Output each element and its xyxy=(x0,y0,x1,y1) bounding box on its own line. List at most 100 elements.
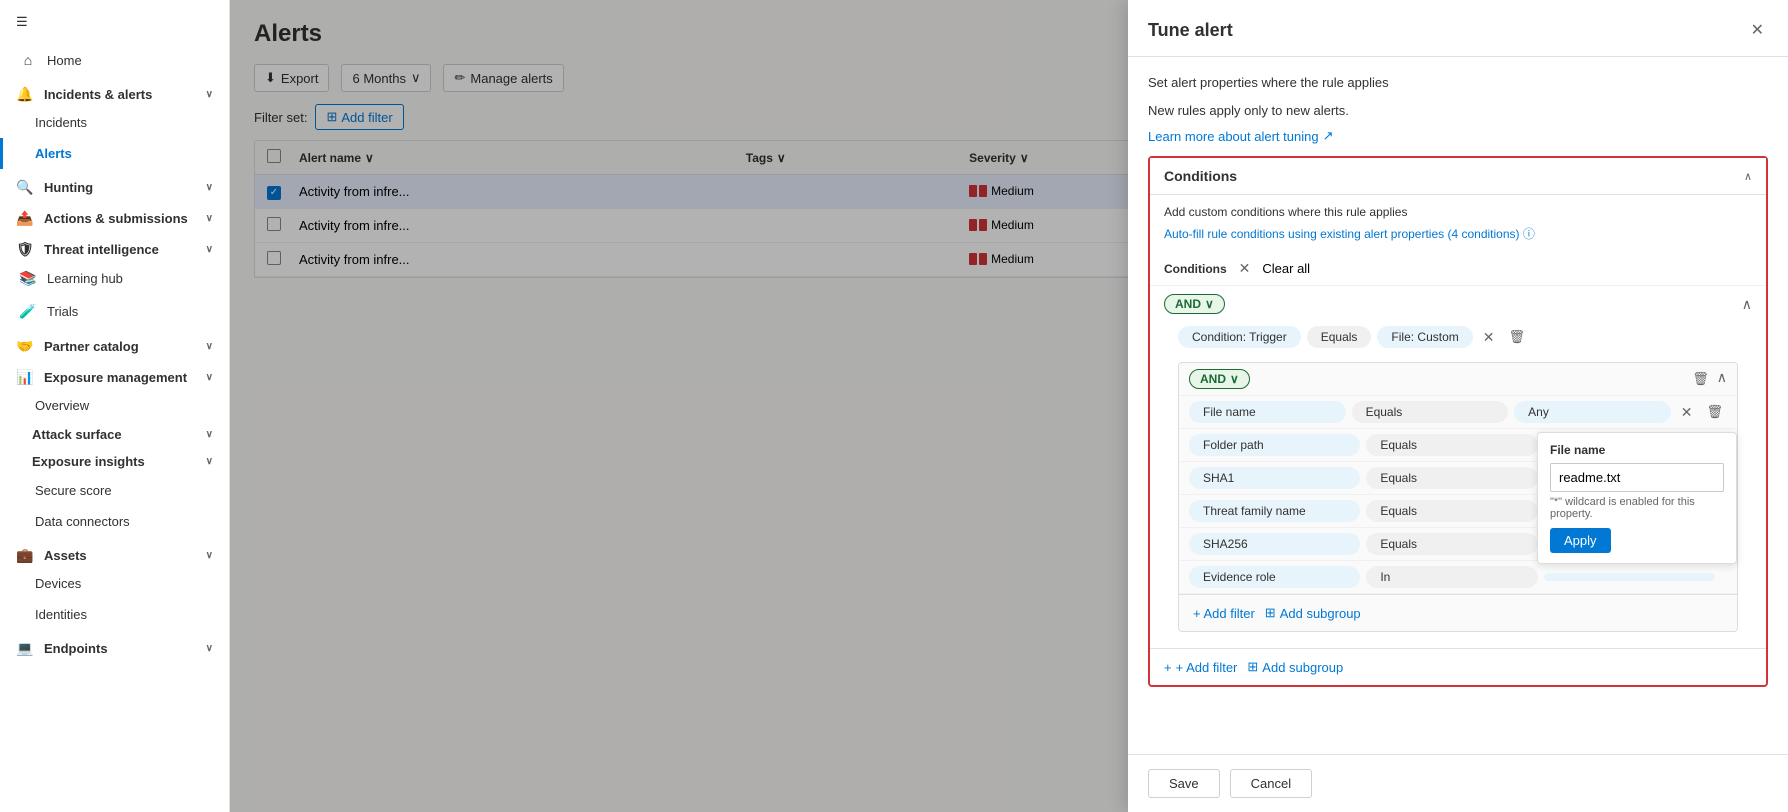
exposure-icon: 📊 xyxy=(16,369,34,386)
sidebar-item-incidents[interactable]: Incidents xyxy=(0,107,229,138)
outer-collapse-icon[interactable]: ∧ xyxy=(1742,296,1752,313)
field-pill-sha1[interactable]: SHA1 xyxy=(1189,467,1360,489)
sidebar-item-overview[interactable]: Overview xyxy=(0,390,229,421)
sidebar-item-home[interactable]: ⌂ Home xyxy=(0,44,229,76)
sidebar-item-learning-hub[interactable]: 📚 Learning hub xyxy=(0,262,229,295)
sidebar-item-devices[interactable]: Devices xyxy=(0,568,229,599)
endpoints-icon: 💻 xyxy=(16,640,34,657)
sidebar-item-endpoints[interactable]: 💻 Endpoints ∨ xyxy=(0,630,229,661)
alerts-icon: 🔔 xyxy=(16,86,34,103)
sidebar-label-home: Home xyxy=(47,53,82,68)
chevron-exposure: ∨ xyxy=(206,372,213,383)
outer-and-group: AND ∨ ∧ Condition: Trigger Equals File: … xyxy=(1150,286,1766,648)
sidebar-item-exposure-insights[interactable]: Exposure insights ∨ xyxy=(0,448,229,475)
op-pill-sha256[interactable]: Equals xyxy=(1366,533,1537,555)
sidebar-item-attack-surface[interactable]: Attack surface ∨ xyxy=(0,421,229,448)
field-pill-evidencerole[interactable]: Evidence role xyxy=(1189,566,1360,588)
sidebar-item-identities[interactable]: Identities xyxy=(0,599,229,630)
sidebar-item-secure-score[interactable]: Secure score xyxy=(0,475,229,506)
field-pill-sha256[interactable]: SHA256 xyxy=(1189,533,1360,555)
op-pill-evidencerole[interactable]: In xyxy=(1366,566,1537,588)
partner-icon: 🤝 xyxy=(16,338,34,355)
chevron-hunting: ∨ xyxy=(206,182,213,193)
inner-and-chevron: ∨ xyxy=(1230,372,1239,386)
panel-desc-line2: New rules apply only to new alerts. xyxy=(1148,101,1768,121)
outer-and-badge[interactable]: AND ∨ xyxy=(1164,294,1225,314)
save-button[interactable]: Save xyxy=(1148,769,1220,798)
learn-more-link[interactable]: Learn more about alert tuning ↗ xyxy=(1148,128,1768,144)
conditions-bar-label: Conditions xyxy=(1164,262,1227,276)
autofill-info-icon: ⓘ xyxy=(1523,227,1535,241)
chevron-incidents-alerts: ∨ xyxy=(206,89,213,100)
conditions-bar: Conditions ✕ Clear all xyxy=(1150,252,1766,286)
cancel-button[interactable]: Cancel xyxy=(1230,769,1312,798)
trigger-equals-pill[interactable]: Equals xyxy=(1307,326,1372,348)
sidebar-item-partner-catalog[interactable]: 🤝 Partner catalog ∨ xyxy=(0,328,229,359)
inner-row-filename: File name Equals Any ✕ 🗑 xyxy=(1179,396,1737,429)
conditions-collapse-icon[interactable]: ∧ xyxy=(1744,170,1752,183)
tune-alert-panel: Tune alert ✕ Set alert properties where … xyxy=(1128,0,1788,812)
trigger-value-pill[interactable]: File: Custom xyxy=(1377,326,1472,348)
inner-and-group: AND ∨ 🗑 ∧ File name xyxy=(1178,362,1738,632)
field-pill-folderpath[interactable]: Folder path xyxy=(1189,434,1360,456)
close-panel-button[interactable]: ✕ xyxy=(1747,16,1768,44)
sidebar-item-assets[interactable]: 💼 Assets ∨ xyxy=(0,537,229,568)
outer-add-filter-button[interactable]: + + Add filter xyxy=(1164,660,1237,675)
sidebar-item-exposure-management[interactable]: 📊 Exposure management ∨ xyxy=(0,359,229,390)
outer-condition-row: Condition: Trigger Equals File: Custom ✕… xyxy=(1164,320,1752,354)
sidebar-item-trials[interactable]: 🧪 Trials xyxy=(0,295,229,328)
inner-and-badge[interactable]: AND ∨ xyxy=(1189,369,1250,389)
plus-filter-icon: + xyxy=(1164,660,1172,675)
sidebar-item-threat-intelligence[interactable]: 🛡 Threat intelligence ∨ xyxy=(0,231,229,262)
op-pill-filename[interactable]: Equals xyxy=(1352,401,1509,423)
inner-group-delete[interactable]: 🗑 xyxy=(1688,369,1713,389)
clear-all-label: Clear all xyxy=(1262,261,1310,276)
sidebar-item-incidents-alerts[interactable]: 🔔 Incidents & alerts ∨ xyxy=(0,76,229,107)
external-link-icon: ↗ xyxy=(1323,128,1334,144)
value-pill-evidencerole xyxy=(1544,573,1715,581)
outer-group-footer: + + Add filter ⊞ Add subgroup xyxy=(1150,648,1766,685)
field-pill-threatfamily[interactable]: Threat family name xyxy=(1189,500,1360,522)
inner-add-subgroup-button[interactable]: ⊞ Add subgroup xyxy=(1265,605,1361,621)
inner-group-footer: + Add filter ⊞ Add subgroup xyxy=(1179,594,1737,631)
op-pill-sha1[interactable]: Equals xyxy=(1366,467,1537,489)
hamburger-icon[interactable]: ☰ xyxy=(0,0,229,44)
trigger-clear-button[interactable]: ✕ xyxy=(1479,327,1499,348)
sidebar-item-actions-submissions[interactable]: 📤 Actions & submissions ∨ xyxy=(0,200,229,231)
chevron-attack: ∨ xyxy=(206,429,213,440)
value-pill-filename[interactable]: Any xyxy=(1514,401,1671,423)
filename-popup-label: File name xyxy=(1550,443,1724,457)
filename-clear-button[interactable]: ✕ xyxy=(1677,402,1697,423)
outer-add-subgroup-button[interactable]: ⊞ Add subgroup xyxy=(1247,659,1343,675)
home-icon: ⌂ xyxy=(19,52,37,68)
apply-button[interactable]: Apply xyxy=(1550,528,1611,553)
sidebar-item-hunting[interactable]: 🔍 Hunting ∨ xyxy=(0,169,229,200)
inner-add-filter-button[interactable]: + Add filter xyxy=(1193,606,1255,621)
op-pill-folderpath[interactable]: Equals xyxy=(1366,434,1537,456)
sidebar-item-alerts[interactable]: Alerts xyxy=(0,138,229,169)
chevron-partner: ∨ xyxy=(206,341,213,352)
filename-delete-button[interactable]: 🗑 xyxy=(1702,402,1727,422)
inner-collapse-icon[interactable]: ∧ xyxy=(1717,369,1727,389)
conditions-title: Conditions xyxy=(1164,168,1237,184)
chevron-actions: ∨ xyxy=(206,213,213,224)
field-pill-filename[interactable]: File name xyxy=(1189,401,1346,423)
filename-row-wrapper: File name Equals Any ✕ 🗑 File name "*" w… xyxy=(1179,396,1737,429)
panel-body: Set alert properties where the rule appl… xyxy=(1128,57,1788,754)
sidebar-item-data-connectors[interactable]: Data connectors xyxy=(0,506,229,537)
op-pill-threatfamily[interactable]: Equals xyxy=(1366,500,1537,522)
trigger-condition-pill[interactable]: Condition: Trigger xyxy=(1178,326,1301,348)
filename-input[interactable] xyxy=(1550,463,1724,492)
actions-icon: 📤 xyxy=(16,210,34,227)
subgroup-outer-icon: ⊞ xyxy=(1247,659,1258,675)
panel-desc-line1: Set alert properties where the rule appl… xyxy=(1148,73,1768,93)
autofill-link[interactable]: Auto-fill rule conditions using existing… xyxy=(1164,225,1766,242)
threat-intel-icon: 🛡 xyxy=(16,241,34,258)
chevron-assets: ∨ xyxy=(206,550,213,561)
conditions-section: Conditions ∧ Add custom conditions where… xyxy=(1148,156,1768,687)
filename-popup: File name "*" wildcard is enabled for th… xyxy=(1537,432,1737,564)
trigger-delete-button[interactable]: 🗑 xyxy=(1505,327,1530,347)
panel-actions: Save Cancel xyxy=(1128,754,1788,812)
clear-all-button[interactable]: ✕ xyxy=(1235,258,1255,279)
subgroup-icon: ⊞ xyxy=(1265,605,1276,621)
